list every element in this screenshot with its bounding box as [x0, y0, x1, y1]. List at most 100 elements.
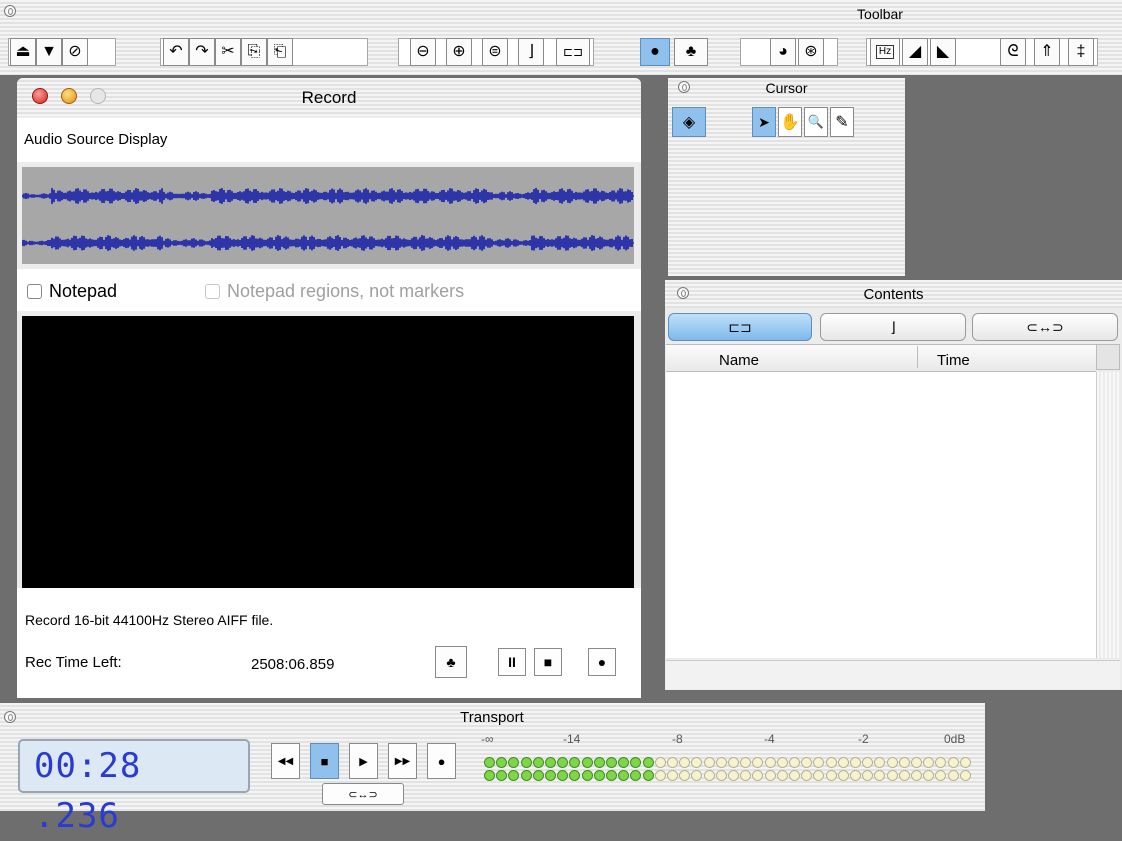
- meter-tick: -14: [563, 732, 581, 746]
- region-button[interactable]: ⊏⊐: [556, 38, 590, 66]
- tab-regions[interactable]: ⊏⊐: [668, 313, 812, 341]
- audio-source-label: Audio Source Display: [24, 131, 168, 148]
- record-info-text: Record 16-bit 44100Hz Stereo AIFF file.: [25, 612, 274, 628]
- arrow-tool[interactable]: ➤: [752, 107, 776, 137]
- meter-led: [691, 757, 703, 768]
- hz-button[interactable]: Hz: [870, 38, 900, 66]
- notepad-checkbox[interactable]: [27, 284, 42, 299]
- redo-button[interactable]: ↷: [189, 38, 215, 66]
- tab-loops[interactable]: ⊂↔⊃: [972, 313, 1118, 341]
- record-transport-button[interactable]: ●: [427, 743, 456, 779]
- fade-out-button[interactable]: ◣: [930, 38, 956, 66]
- upload-icon: ⇑: [1040, 43, 1054, 60]
- marker-icon: ⌋: [527, 43, 535, 60]
- time-display: 00:28 .236: [18, 739, 250, 836]
- meter-led: [959, 757, 971, 768]
- meter-led: [545, 757, 556, 768]
- transport-collapse-button[interactable]: [4, 711, 16, 723]
- effects-group: [866, 38, 1098, 66]
- region-icon: ⊏⊐: [728, 318, 752, 335]
- zoom-fit-button[interactable]: ⊜: [482, 38, 508, 66]
- column-time[interactable]: Time: [937, 352, 970, 369]
- meter-led: [850, 757, 861, 768]
- meter-led: [691, 770, 703, 781]
- record-mode-button[interactable]: ●: [640, 38, 670, 66]
- record-button[interactable]: ●: [588, 648, 616, 676]
- meter-led: [801, 770, 813, 781]
- fast-forward-button[interactable]: ▶▶: [388, 743, 417, 779]
- stop-button[interactable]: ■: [534, 648, 562, 676]
- nosign-icon: ⊘: [68, 43, 82, 60]
- undo-icon: ↶: [169, 43, 183, 60]
- pie-button[interactable]: ◕: [770, 38, 796, 66]
- record-dot-icon: ●: [650, 43, 660, 60]
- spiral-button[interactable]: ᘓ: [1000, 38, 1026, 66]
- fade-in-button[interactable]: ◢: [902, 38, 928, 66]
- meter-led: [569, 770, 581, 781]
- meter-led: [593, 757, 605, 768]
- column-divider: [917, 346, 918, 368]
- undo-button[interactable]: ↶: [163, 38, 189, 66]
- toolbar-collapse-button[interactable]: [4, 5, 16, 17]
- eject-button[interactable]: ⏏: [10, 38, 36, 66]
- meter-led: [593, 770, 605, 781]
- down-button[interactable]: ▼: [36, 38, 62, 66]
- no-button[interactable]: ⊘: [62, 38, 88, 66]
- meter-led: [618, 757, 630, 768]
- zoom-fit-icon: ⊜: [488, 43, 502, 60]
- zoom-out-button[interactable]: ⊖: [410, 38, 436, 66]
- pencil-tool[interactable]: ✎: [830, 107, 854, 137]
- copy-button[interactable]: ⎘: [241, 38, 267, 66]
- meter-led: [667, 757, 678, 768]
- cut-button[interactable]: ✂: [215, 38, 241, 66]
- record-setup-button[interactable]: ♣: [674, 38, 708, 66]
- pause-button[interactable]: II: [498, 648, 526, 676]
- eject-icon: ⏏: [15, 43, 31, 60]
- notepad-regions-checkbox[interactable]: [205, 284, 220, 299]
- down-icon: ▼: [41, 43, 57, 60]
- meter-led: [789, 770, 800, 781]
- record-icon: ●: [597, 654, 607, 670]
- meter-led: [874, 757, 886, 768]
- contents-list[interactable]: [666, 372, 1096, 658]
- zoom-in-button[interactable]: ⊕: [446, 38, 472, 66]
- meter-led: [947, 757, 959, 768]
- arrow-icon: ➤: [758, 113, 770, 130]
- marker-button[interactable]: ⌋: [518, 38, 544, 66]
- play-button[interactable]: ▶: [349, 743, 378, 779]
- meter-led: [862, 757, 874, 768]
- meter-led: [728, 757, 739, 768]
- tab-markers[interactable]: ⌋: [820, 313, 966, 341]
- fade-out-icon: ◣: [936, 43, 950, 60]
- meter-led: [642, 757, 654, 768]
- rewind-button[interactable]: ◀◀: [271, 743, 300, 779]
- stop-transport-button[interactable]: ■: [310, 743, 339, 779]
- hand-tool[interactable]: ✋: [778, 107, 802, 137]
- hand-icon: ✋: [780, 114, 800, 131]
- upload-button[interactable]: ⇑: [1034, 38, 1060, 66]
- paste-button[interactable]: ⎗: [267, 38, 293, 66]
- scissors-icon: ✂: [221, 43, 235, 60]
- fast-forward-icon: ▶▶: [394, 755, 411, 767]
- zoom-tool[interactable]: 🔍: [804, 107, 828, 137]
- toolbar-title: Toolbar: [857, 6, 903, 22]
- play-next-button[interactable]: ⊛: [798, 38, 824, 66]
- paste-icon: ⎗: [273, 43, 287, 60]
- meter-tick: 0dB: [944, 732, 966, 746]
- vertical-scrollbar[interactable]: [1096, 372, 1120, 658]
- cursor-scrub-tool[interactable]: ◈: [672, 107, 706, 137]
- stop-icon: ■: [543, 654, 553, 670]
- record-setup-button-small[interactable]: ♣: [435, 646, 467, 678]
- meter-led: [874, 770, 886, 781]
- scrub-icon: ◈: [682, 114, 696, 131]
- notepad-area[interactable]: [22, 316, 634, 588]
- loop-button[interactable]: ⊂↔⊃: [322, 783, 404, 805]
- column-name[interactable]: Name: [719, 352, 759, 369]
- record-footer: [17, 588, 641, 698]
- meter-led: [776, 770, 788, 781]
- meter-led: [630, 770, 642, 781]
- meter-led: [557, 770, 569, 781]
- meter-led: [581, 770, 593, 781]
- plus-button[interactable]: ‡: [1068, 38, 1094, 66]
- meter-led: [923, 770, 935, 781]
